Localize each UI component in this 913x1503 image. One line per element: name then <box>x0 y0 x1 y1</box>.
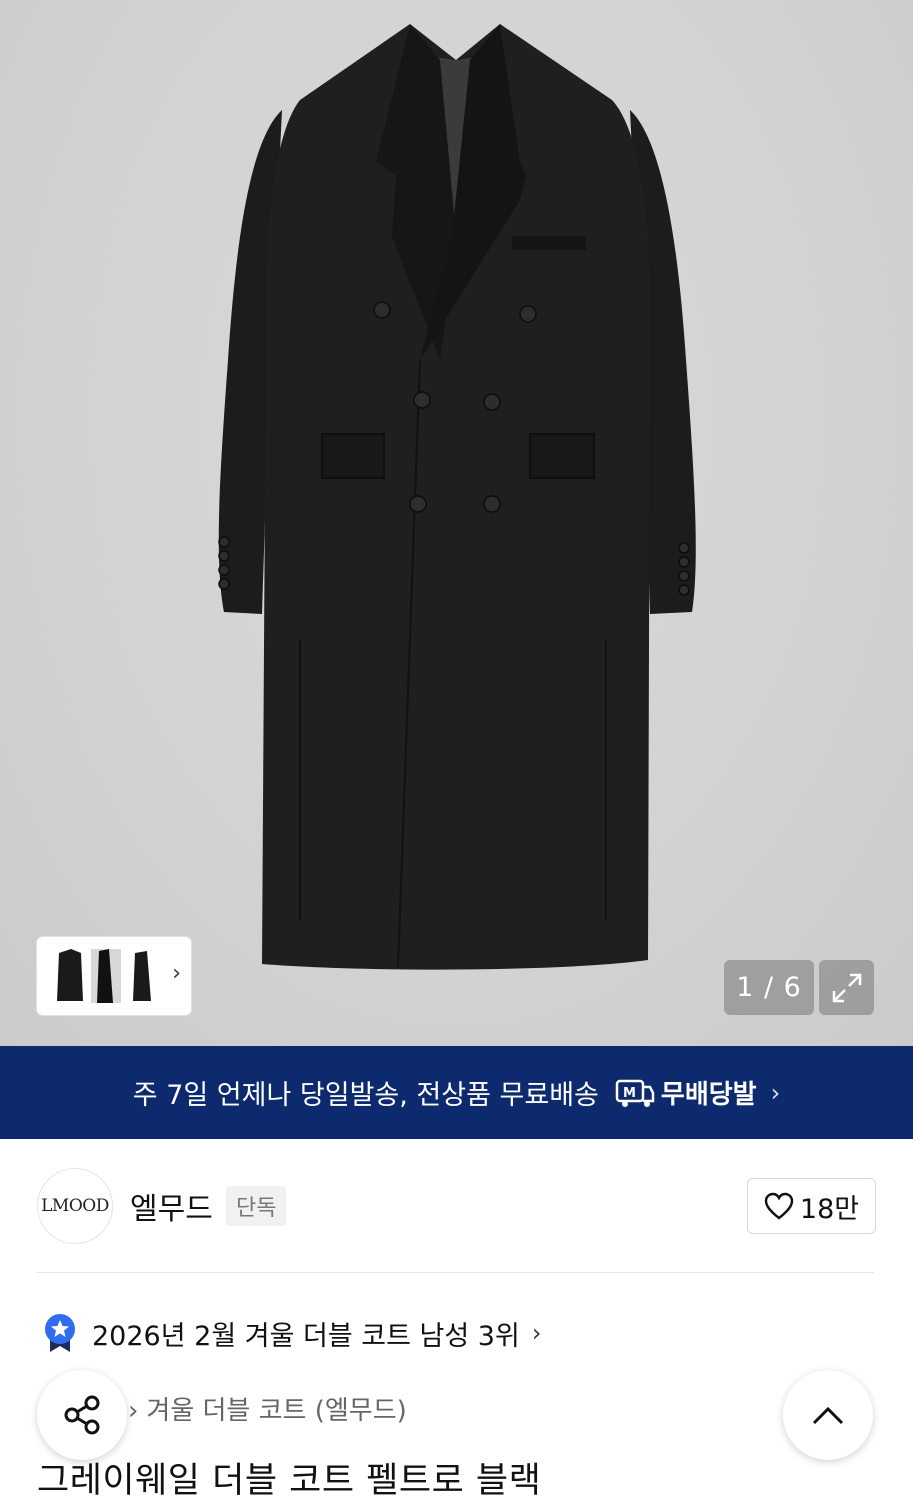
breadcrumb-category[interactable]: 겨울 더블 코트 (엘무드) <box>146 1396 406 1426</box>
like-button[interactable]: 18만 <box>747 1178 876 1234</box>
shipping-banner[interactable]: 주 7일 언제나 당일발송, 전상품 무료배송 M 무배당발 › <box>0 1046 913 1139</box>
expand-icon <box>832 973 861 1002</box>
divider <box>37 1272 874 1273</box>
banner-chevron-icon: › <box>770 1078 781 1107</box>
like-count: 18만 <box>799 1193 860 1225</box>
expand-button[interactable] <box>819 960 874 1015</box>
ranking-link[interactable]: 2026년 2월 겨울 더블 코트 남성 3위 › <box>42 1312 541 1354</box>
brand-logo[interactable]: LMOOD <box>37 1168 113 1244</box>
image-counter: 1 / 6 <box>724 960 814 1015</box>
delivery-truck-icon: M <box>615 1079 655 1107</box>
banner-badge: 무배당발 <box>660 1080 757 1110</box>
product-image-gallery[interactable]: › 1 / 6 <box>0 0 913 1046</box>
product-title: 그레이웨일 더블 코트 펠트로 블랙 <box>37 1461 542 1501</box>
scroll-to-top-button[interactable] <box>783 1370 873 1460</box>
heart-icon <box>764 1192 794 1220</box>
thumbnail-images <box>57 949 151 1003</box>
exclusive-badge: 단독 <box>226 1186 287 1226</box>
banner-text: 주 7일 언제나 당일발송, 전상품 무료배송 <box>132 1080 599 1111</box>
ranking-badge-icon <box>45 1314 75 1352</box>
chevron-right-icon: › <box>531 1319 542 1347</box>
thumb-next-icon[interactable]: › <box>172 963 181 985</box>
chevron-up-icon <box>812 1406 844 1425</box>
thumbnail-strip[interactable]: › <box>37 937 191 1015</box>
breadcrumb-separator: › <box>128 1396 139 1426</box>
share-icon <box>64 1395 100 1435</box>
svg-text:M: M <box>623 1086 636 1101</box>
breadcrumb[interactable]: › 겨울 더블 코트 (엘무드) <box>128 1390 407 1427</box>
coat-image <box>218 24 696 970</box>
ranking-text: 2026년 2월 겨울 더블 코트 남성 3위 <box>92 1320 520 1352</box>
share-button[interactable] <box>37 1370 127 1460</box>
brand-name[interactable]: 엘무드 <box>130 1184 213 1228</box>
